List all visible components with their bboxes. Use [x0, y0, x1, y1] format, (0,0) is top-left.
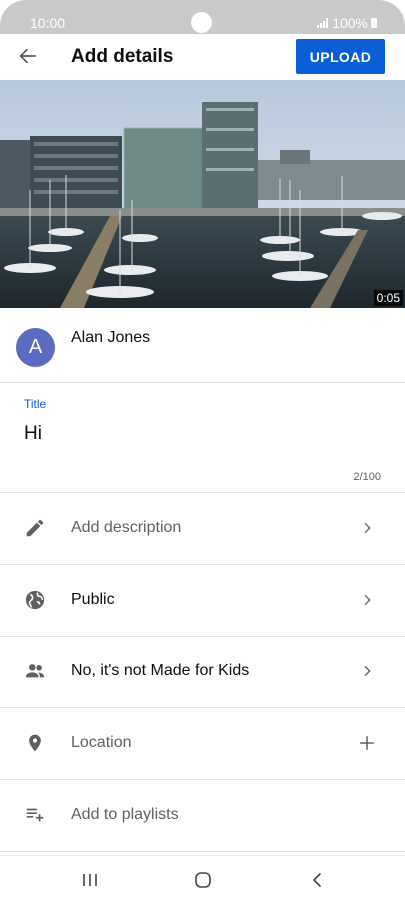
title-label: Title — [24, 397, 47, 411]
playlists-row[interactable]: Add to playlists — [0, 780, 405, 852]
playlist-add-icon — [23, 803, 47, 827]
home-icon — [195, 872, 211, 888]
plus-icon — [357, 733, 377, 753]
signal-icon — [317, 18, 329, 28]
page-title: Add details — [71, 46, 174, 67]
playlists-label: Add to playlists — [71, 806, 179, 823]
title-field[interactable]: Title 2/100 — [0, 383, 405, 493]
arrow-back-icon — [19, 48, 37, 64]
location-pin-icon — [23, 731, 47, 755]
video-duration: 0:05 — [373, 290, 403, 306]
status-indicators: 100% — [317, 15, 377, 31]
video-thumbnail[interactable]: 0:05 — [0, 80, 405, 308]
location-row[interactable]: Location — [0, 708, 405, 780]
account-row: A Alan Jones — [0, 308, 405, 383]
chevron-right-icon — [357, 518, 377, 538]
app-bar: Add details UPLOAD — [0, 34, 405, 80]
audience-label: No, it's not Made for Kids — [71, 662, 250, 679]
location-label: Location — [71, 734, 132, 751]
nav-back-button[interactable] — [302, 868, 332, 892]
chevron-right-icon — [357, 661, 377, 681]
visibility-row[interactable]: Public — [0, 565, 405, 637]
chevron-right-icon — [357, 590, 377, 610]
title-char-count: 2/100 — [353, 471, 381, 483]
system-nav-bar — [0, 855, 405, 903]
visibility-label: Public — [71, 591, 115, 608]
status-time: 10:00 — [30, 15, 66, 31]
front-camera — [191, 12, 212, 33]
globe-icon — [23, 588, 47, 612]
avatar: A — [16, 328, 55, 367]
people-icon — [23, 659, 47, 683]
recent-apps-icon — [83, 874, 97, 886]
video-preview-image — [0, 80, 405, 308]
nav-back-icon — [312, 873, 321, 887]
back-button[interactable] — [14, 42, 42, 70]
pencil-icon — [23, 516, 47, 540]
audience-row[interactable]: No, it's not Made for Kids — [0, 636, 405, 708]
home-button[interactable] — [188, 868, 218, 892]
title-input[interactable] — [24, 421, 364, 447]
upload-button[interactable]: UPLOAD — [296, 39, 385, 74]
battery-icon — [371, 18, 377, 28]
add-description-label: Add description — [71, 519, 182, 536]
battery-percent: 100% — [332, 15, 368, 31]
recent-apps-button[interactable] — [75, 868, 105, 892]
status-bar: 10:00 100% — [0, 0, 405, 34]
account-name: Alan Jones — [71, 329, 151, 346]
add-description-row[interactable]: Add description — [0, 493, 405, 565]
